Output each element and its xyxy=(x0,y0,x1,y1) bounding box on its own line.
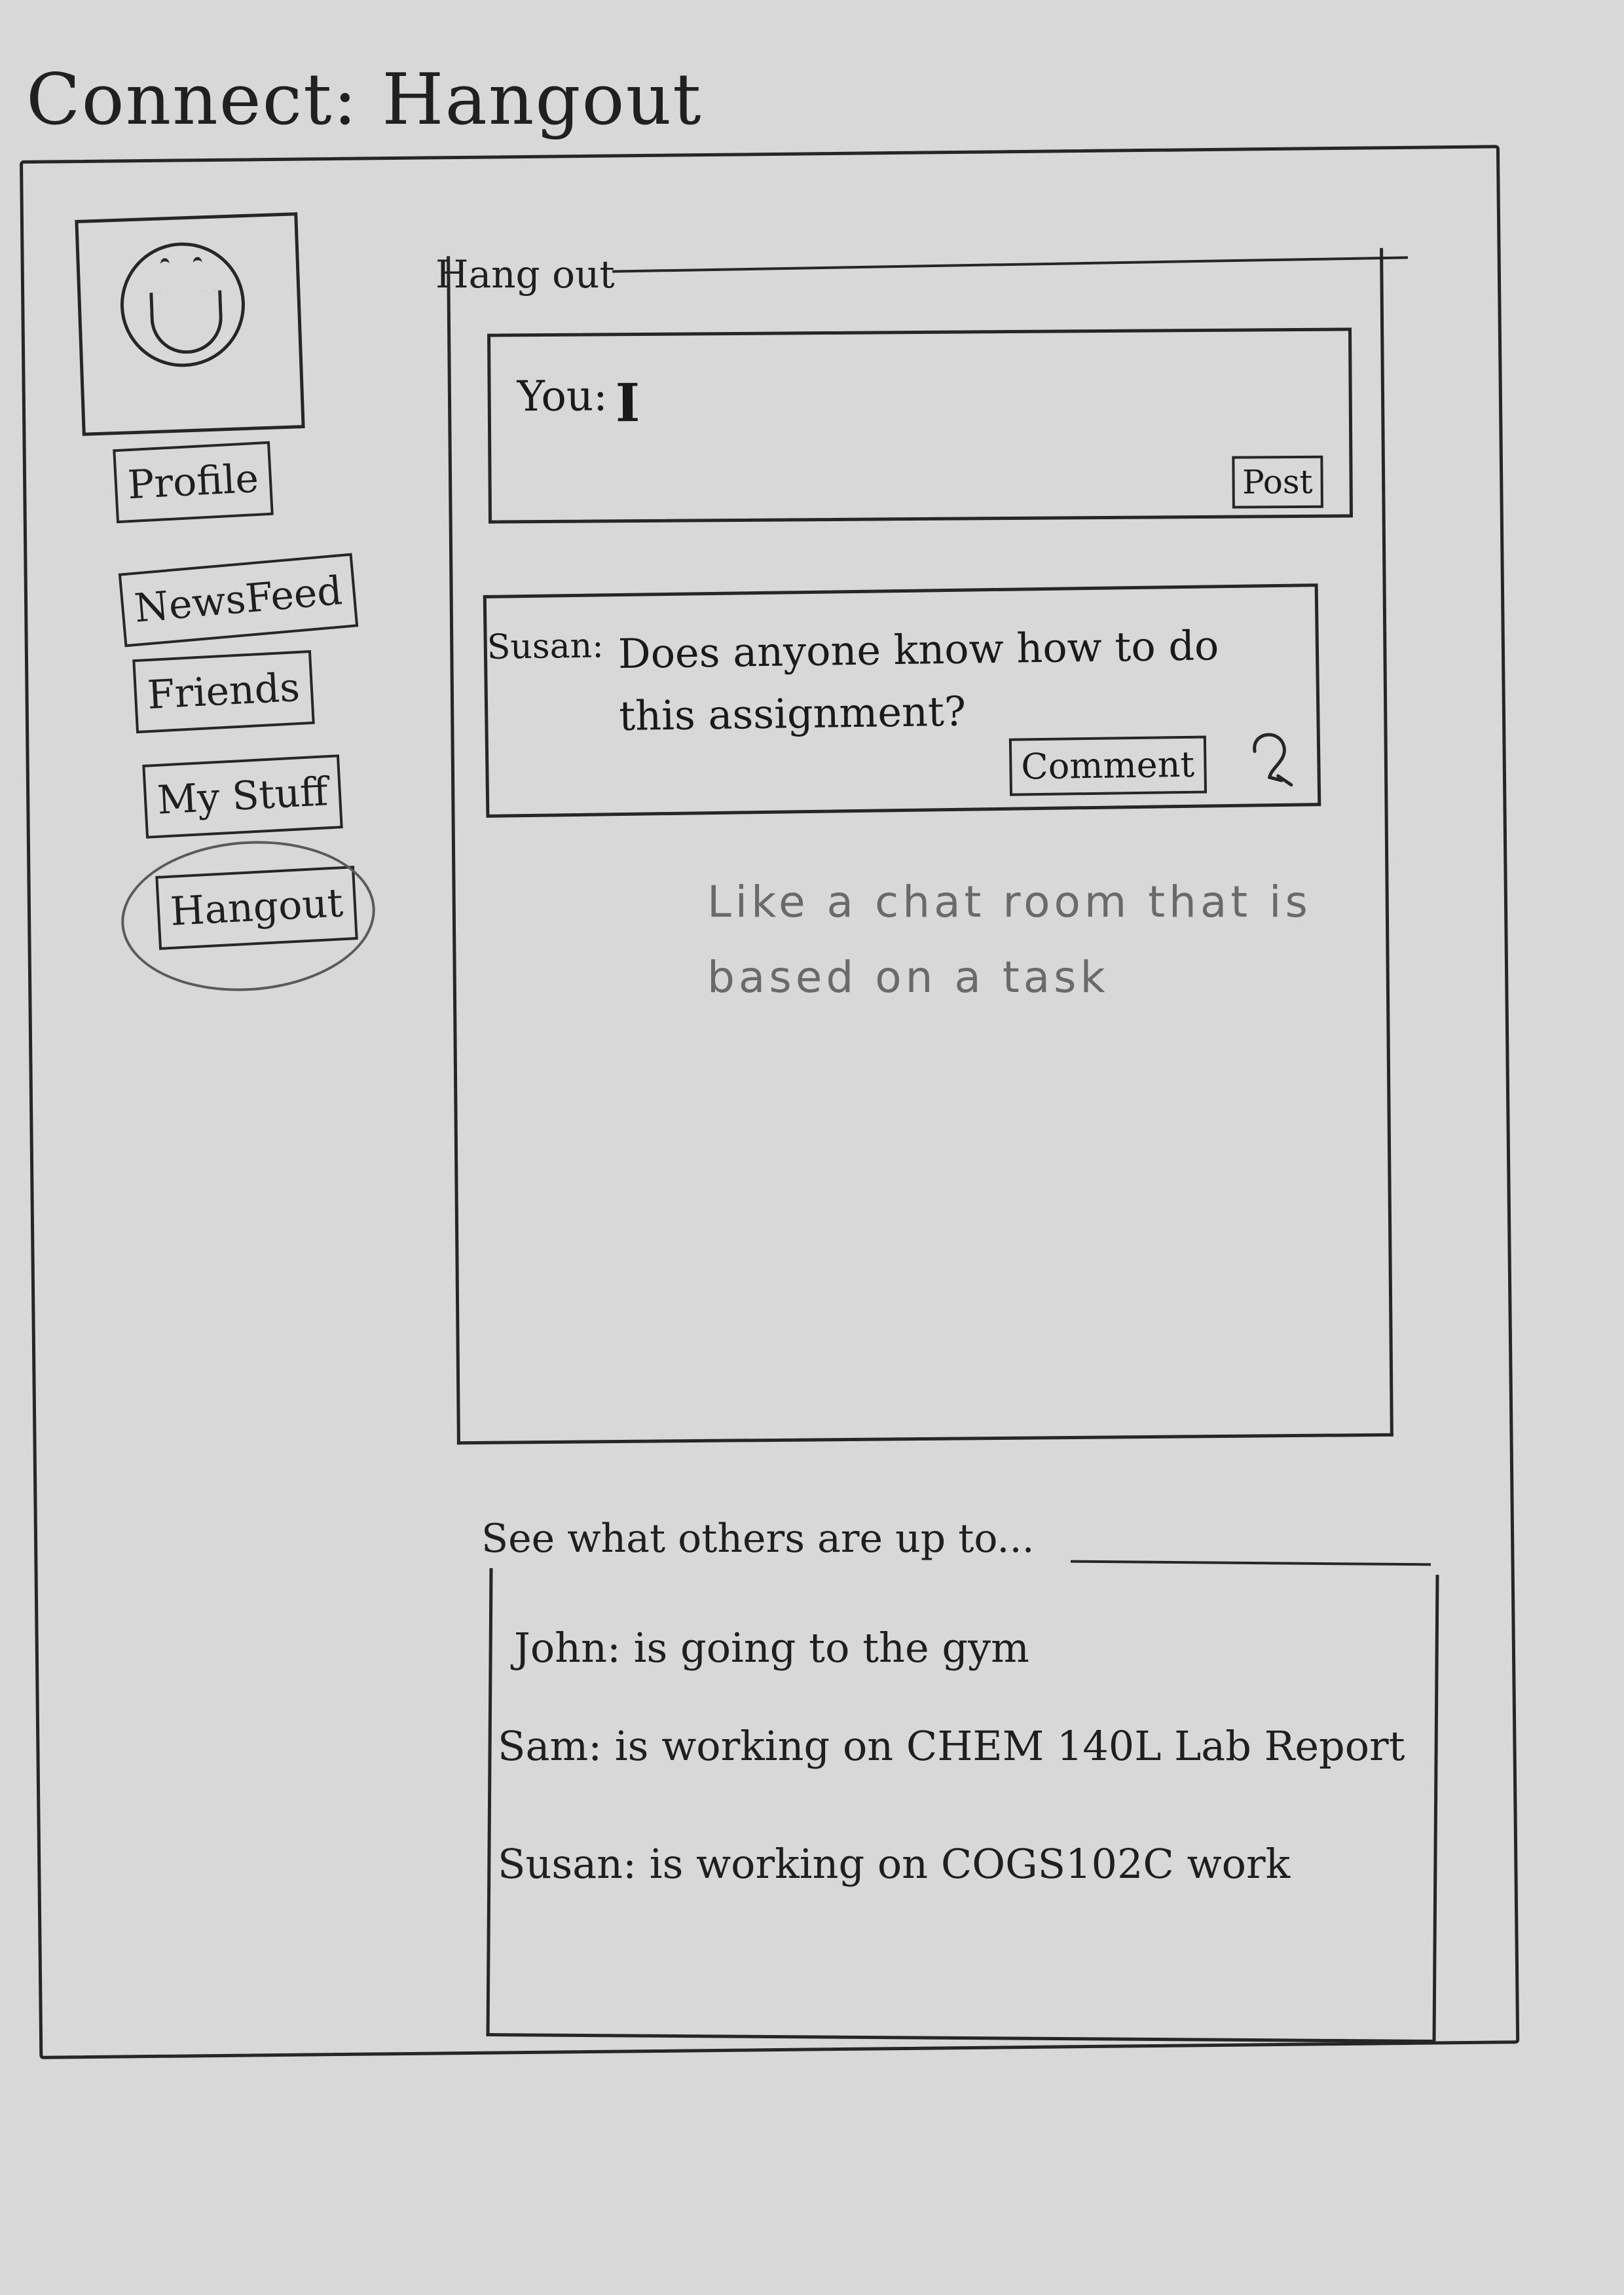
activity-status: is going to the gym xyxy=(633,1624,1029,1672)
activity-name: Susan: xyxy=(498,1840,637,1888)
message-card: Susan: Does anyone know how to do this a… xyxy=(483,583,1321,818)
sidebar-item-label: NewsFeed xyxy=(132,568,344,632)
sketch-sheet: Connect: Hangout Profile NewsFeed Friend… xyxy=(0,0,1624,2295)
sidebar-item-my-stuff[interactable]: My Stuff xyxy=(142,754,343,839)
sidebar-item-friends[interactable]: Friends xyxy=(132,650,315,734)
reply-icon[interactable] xyxy=(1242,725,1301,791)
sidebar-item-label: Profile xyxy=(126,455,260,509)
message-text: Does anyone know how to do this assignme… xyxy=(618,621,1219,741)
smiley-face-icon xyxy=(118,240,248,369)
sidebar-item-label: Friends xyxy=(146,664,301,719)
activity-status: is working on CHEM 140L Lab Report xyxy=(614,1722,1405,1770)
sidebar-item-profile[interactable]: Profile xyxy=(113,441,274,524)
comment-button[interactable]: Comment xyxy=(1008,735,1207,796)
activity-name: John: xyxy=(514,1624,621,1672)
list-item: Susan: is working on COGS102C work xyxy=(498,1840,1290,1888)
message-author: Susan: xyxy=(487,626,604,667)
annotation-note: Like a chat room that is based on a task xyxy=(707,877,1312,1002)
activity-name: Sam: xyxy=(498,1722,602,1770)
compose-label: You: xyxy=(517,372,608,422)
compose-box[interactable]: You: I Post xyxy=(487,327,1353,524)
list-item: Sam: is working on CHEM 140L Lab Report xyxy=(498,1722,1405,1770)
avatar[interactable] xyxy=(75,212,305,436)
activity-status: is working on COGS102C work xyxy=(649,1840,1291,1888)
smile-icon xyxy=(149,290,224,356)
sidebar-item-label: My Stuff xyxy=(156,769,329,824)
post-button[interactable]: Post xyxy=(1231,455,1323,509)
page-title: Connect: Hangout xyxy=(26,59,703,141)
text-cursor-icon: I xyxy=(615,371,640,434)
eye-icon xyxy=(193,257,203,270)
list-item: John: is going to the gym xyxy=(514,1624,1029,1672)
eye-icon xyxy=(160,258,170,271)
activity-heading: See what others are up to... xyxy=(481,1516,1035,1562)
